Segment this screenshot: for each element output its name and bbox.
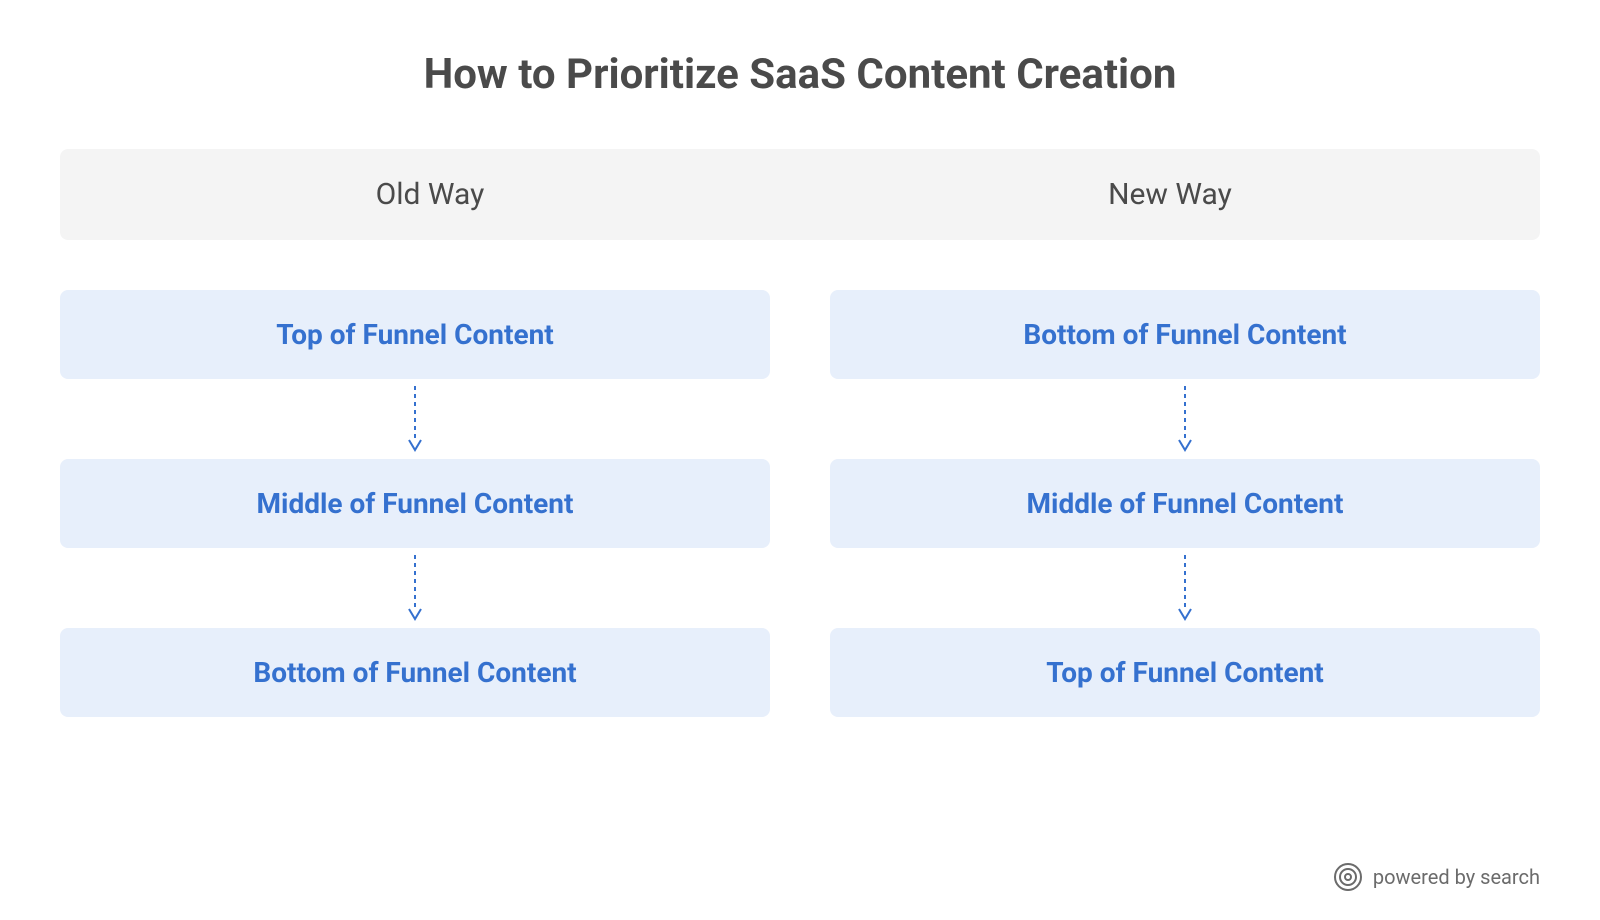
column-header-row: Old Way New Way [60,149,1540,240]
footer-brand: powered by search [1333,862,1540,892]
new-way-header: New Way [800,177,1540,212]
new-way-column: Bottom of Funnel Content Middle of Funne… [830,290,1540,717]
arrow-down-icon [1177,548,1193,628]
arrow-down-icon [407,548,423,628]
arrow-down-icon [1177,379,1193,459]
columns-wrap: Top of Funnel Content Middle of Funnel C… [60,290,1540,717]
spiral-logo-icon [1333,862,1363,892]
old-way-column: Top of Funnel Content Middle of Funnel C… [60,290,770,717]
new-way-stage-3: Top of Funnel Content [830,628,1540,717]
new-way-stage-2: Middle of Funnel Content [830,459,1540,548]
old-way-stage-3: Bottom of Funnel Content [60,628,770,717]
diagram-canvas: How to Prioritize SaaS Content Creation … [0,0,1600,920]
footer-brand-text: powered by search [1373,865,1540,889]
new-way-stage-1: Bottom of Funnel Content [830,290,1540,379]
old-way-stage-2: Middle of Funnel Content [60,459,770,548]
page-title: How to Prioritize SaaS Content Creation [60,50,1540,99]
arrow-down-icon [407,379,423,459]
old-way-stage-1: Top of Funnel Content [60,290,770,379]
old-way-header: Old Way [60,177,800,212]
